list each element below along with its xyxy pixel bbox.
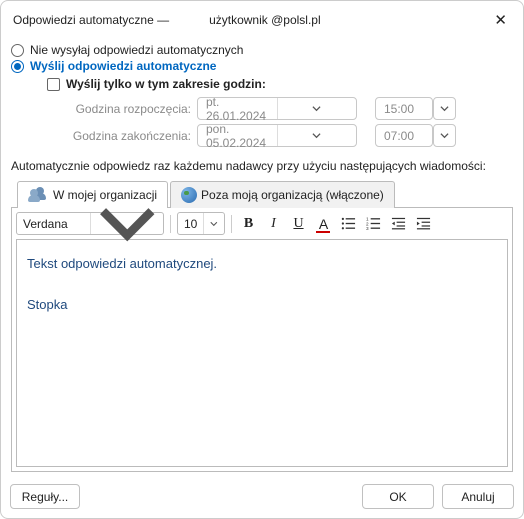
toolbar: Verdana 10 B I U A 123 [16,212,508,235]
tab-outside-org[interactable]: Poza moją organizacją (włączone) [170,181,395,208]
radio-icon [11,60,24,73]
close-icon[interactable]: ✕ [490,11,511,29]
tab-inside-org[interactable]: W mojej organizacji [17,181,168,208]
bold-button[interactable]: B [238,213,259,234]
start-time-label: Godzina rozpoczęcia: [47,102,197,116]
cancel-button[interactable]: Anuluj [442,484,514,509]
time-range-checkbox[interactable]: Wyślij tylko w tym zakresie godzin: [47,77,513,91]
end-time-value-box[interactable]: 07:00 [375,124,433,147]
chevron-down-icon [277,98,357,119]
checkbox-icon [47,78,60,91]
tab-inside-label: W mojej organizacji [53,188,157,202]
start-date-select[interactable]: pt. 26.01.2024 [197,97,357,120]
tabs: W mojej organizacji Poza moją organizacj… [17,181,513,208]
svg-text:3: 3 [366,226,369,231]
start-time-value: 15:00 [376,102,432,116]
titlebar: Odpowiedzi automatyczne — użytkownik @po… [1,1,523,35]
font-family-select[interactable]: Verdana [16,212,164,235]
radio-dont-send-label: Nie wysyłaj odpowiedzi automatycznych [30,43,243,57]
end-date-select[interactable]: pon. 05.02.2024 [197,124,357,147]
separator [231,215,232,233]
chevron-down-icon [203,213,224,234]
separator [170,215,171,233]
rules-button[interactable]: Reguły... [10,484,80,509]
radio-send-label: Wyślij odpowiedzi automatyczne [30,59,216,73]
editor-line-1: Tekst odpowiedzi automatycznej. [27,256,497,271]
end-date-value: pon. 05.02.2024 [198,122,277,150]
end-time-label: Godzina zakończenia: [47,129,197,143]
globe-icon [181,187,197,203]
radio-dont-send[interactable]: Nie wysyłaj odpowiedzi automatycznych [11,43,513,57]
chevron-down-icon [277,125,357,146]
time-range-label: Wyślij tylko w tym zakresie godzin: [66,77,266,91]
tab-outside-label: Poza moją organizacją (włączone) [201,188,384,202]
font-size-value: 10 [178,217,203,231]
indent-button[interactable] [413,213,434,234]
end-time-dropdown[interactable] [433,124,456,147]
ok-button[interactable]: OK [362,484,434,509]
start-time-dropdown[interactable] [433,97,456,120]
editor-line-2: Stopka [27,297,497,312]
font-size-select[interactable]: 10 [177,212,225,235]
font-color-button[interactable]: A [313,213,334,234]
radio-send[interactable]: Wyślij odpowiedzi automatyczne [11,59,513,73]
window-title-user: użytkownik @polsl.pl [209,13,321,27]
outdent-button[interactable] [388,213,409,234]
description: Automatycznie odpowiedz raz każdemu nada… [11,159,513,173]
start-time-value-box[interactable]: 15:00 [375,97,433,120]
chevron-down-icon [90,213,164,234]
radio-icon [11,44,24,57]
message-editor[interactable]: Tekst odpowiedzi automatycznej. Stopka [16,239,508,467]
font-family-value: Verdana [17,217,90,231]
start-date-value: pt. 26.01.2024 [198,95,277,123]
editor-panel: Verdana 10 B I U A 123 [11,207,513,472]
bullet-list-button[interactable] [338,213,359,234]
end-time-value: 07:00 [376,129,432,143]
underline-button[interactable]: U [288,213,309,234]
window-title-prefix: Odpowiedzi automatyczne — [13,13,169,27]
people-icon [28,187,49,203]
number-list-button[interactable]: 123 [363,213,384,234]
italic-button[interactable]: I [263,213,284,234]
